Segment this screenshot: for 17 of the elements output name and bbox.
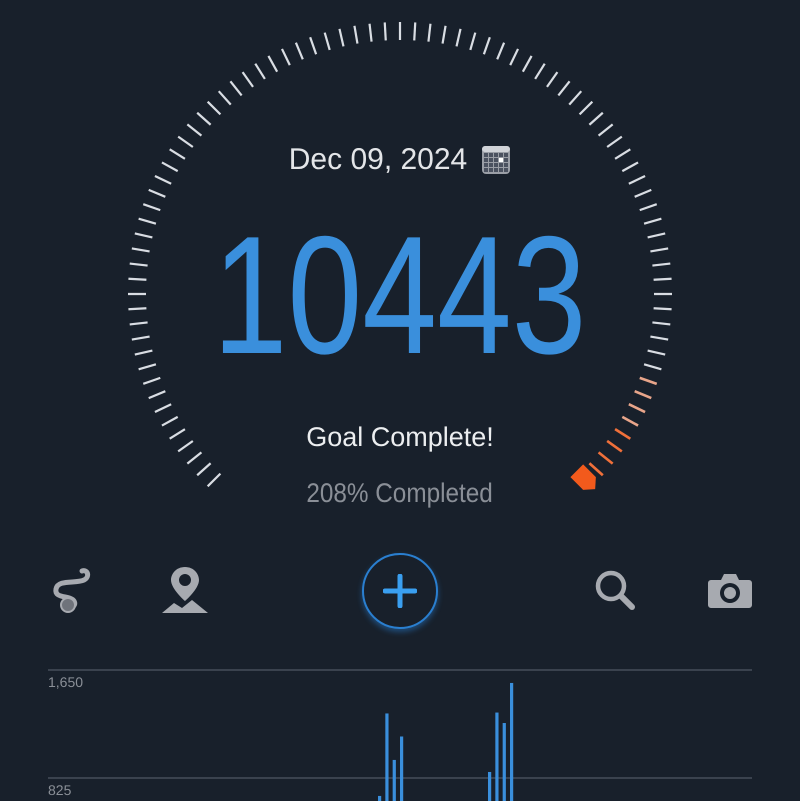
progress-percent: 208% Completed — [306, 477, 494, 509]
map-pin-icon[interactable] — [160, 565, 210, 615]
chart-bar — [488, 772, 492, 801]
add-button[interactable] — [362, 553, 438, 629]
chart-bar — [378, 796, 382, 801]
axis-label: 825 — [48, 782, 72, 798]
progress-marker — [570, 464, 596, 490]
calendar-icon[interactable] — [481, 145, 512, 175]
camera-icon[interactable] — [708, 572, 752, 608]
search-icon[interactable] — [594, 569, 636, 611]
chart-bar — [400, 736, 404, 801]
plus-icon — [383, 574, 417, 608]
date-label: Dec 09, 2024 — [288, 143, 468, 177]
chart-bar — [392, 760, 396, 801]
step-count: 10443 — [213, 215, 587, 375]
axis-label: 1,650 — [48, 674, 84, 690]
goal-status: Goal Complete! — [306, 421, 494, 453]
